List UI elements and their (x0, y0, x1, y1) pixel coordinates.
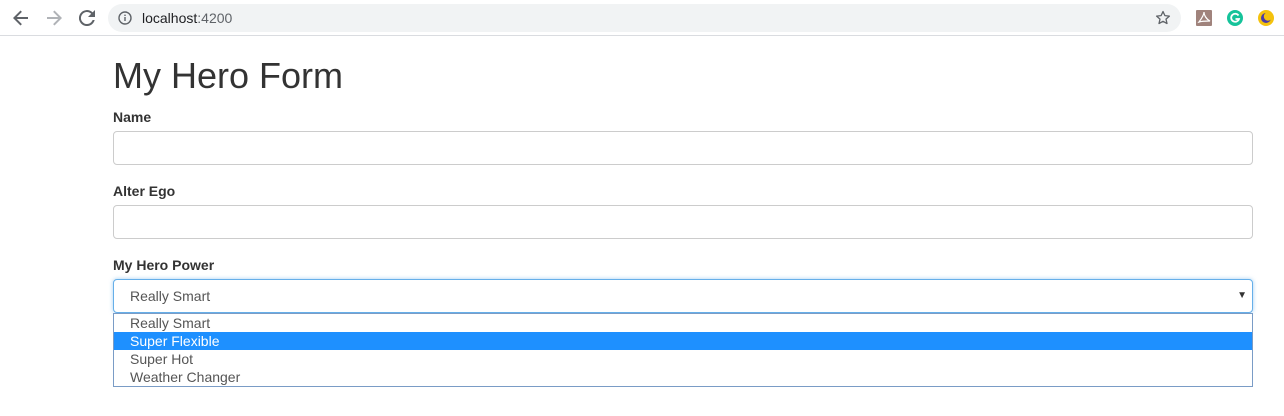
forward-arrow-icon[interactable] (42, 6, 66, 30)
power-label: My Hero Power (113, 257, 215, 273)
power-option[interactable]: Weather Changer (114, 368, 1252, 386)
address-bar[interactable]: localhost:4200 (108, 4, 1181, 32)
caret-down-icon: ▼ (1237, 290, 1247, 301)
name-input[interactable] (113, 131, 1253, 165)
page-title: My Hero Form (113, 55, 344, 96)
bookmark-star-icon[interactable] (1155, 10, 1171, 26)
back-arrow-icon[interactable] (9, 6, 33, 30)
power-dropdown-list: Really Smart Super Flexible Super Hot We… (113, 313, 1253, 387)
power-option[interactable]: Really Smart (114, 314, 1252, 332)
url-text: localhost:4200 (142, 10, 232, 26)
reload-icon[interactable] (75, 6, 99, 30)
name-label: Name (113, 109, 152, 125)
browser-toolbar: localhost:4200 (0, 0, 1284, 36)
url-port: :4200 (197, 10, 233, 26)
alter-ego-input[interactable] (113, 205, 1253, 239)
alter-ego-label: Alter Ego (113, 183, 176, 199)
url-host: localhost (142, 10, 198, 26)
pdf-extension-icon[interactable] (1195, 9, 1213, 27)
power-option-highlighted[interactable]: Super Flexible (114, 332, 1252, 350)
moon-extension-icon[interactable] (1257, 9, 1275, 27)
power-select-value: Really Smart (130, 288, 211, 304)
info-icon[interactable] (118, 11, 132, 25)
power-select[interactable]: Really Smart ▼ (113, 279, 1253, 313)
power-option[interactable]: Super Hot (114, 350, 1252, 368)
grammarly-extension-icon[interactable] (1226, 9, 1244, 27)
